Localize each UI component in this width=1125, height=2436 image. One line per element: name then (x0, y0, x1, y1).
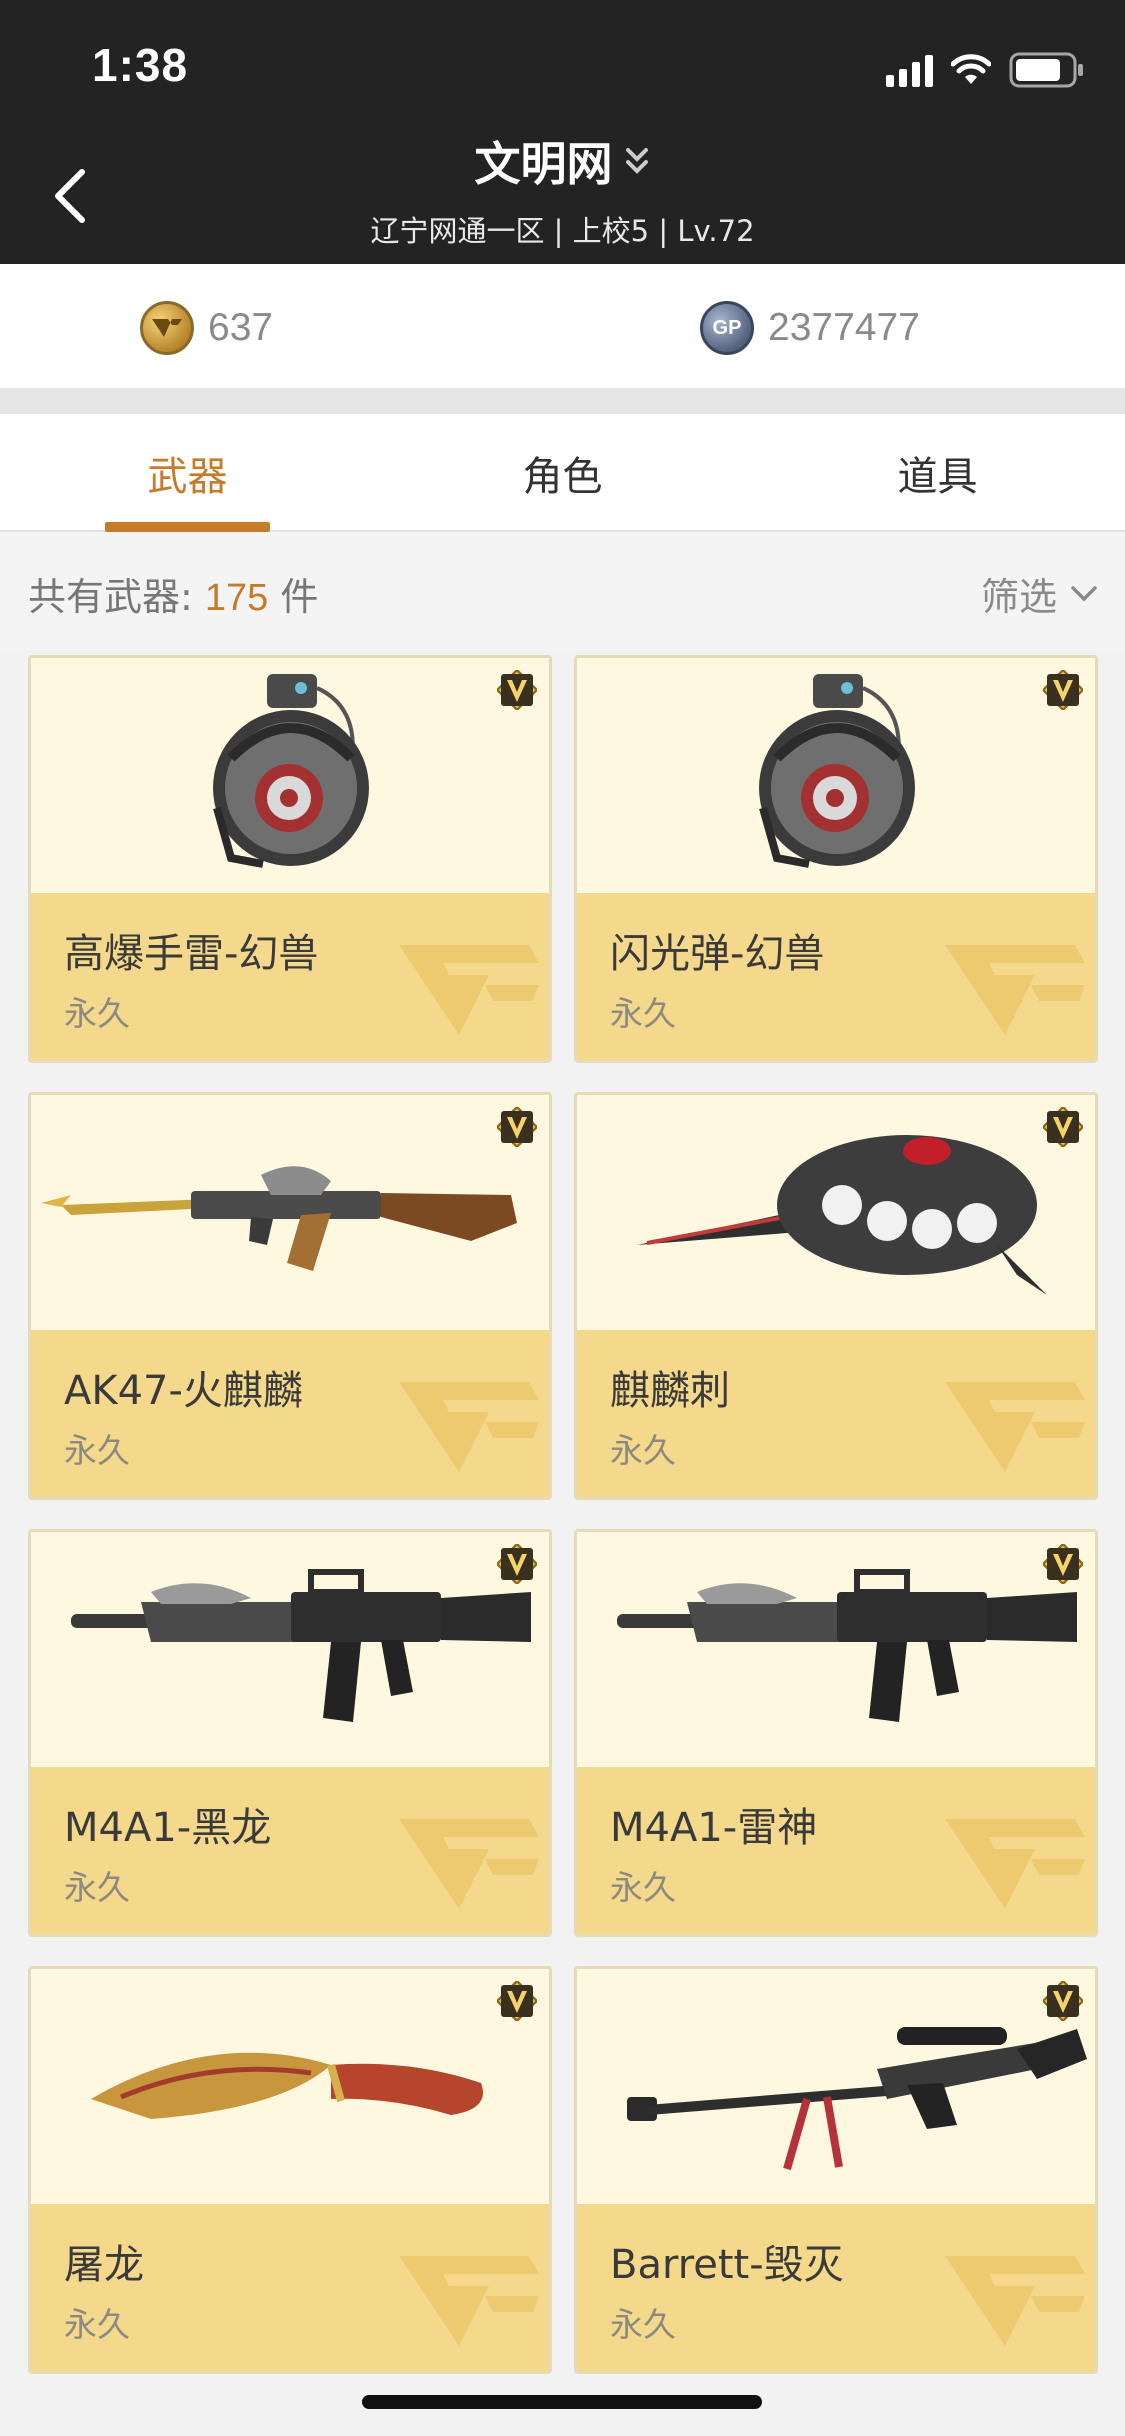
weapon-card[interactable]: M4A1-黑龙永久 (28, 1529, 552, 1937)
weapon-duration: 永久 (610, 2305, 676, 2344)
vip-badge-icon (1043, 670, 1083, 710)
cf-logo-watermark (945, 2256, 1085, 2346)
weapon-name: AK47-火麒麟 (64, 1368, 303, 1414)
grenade-icon (577, 658, 1095, 893)
status-time: 1:38 (92, 39, 189, 91)
weapon-card[interactable]: AK47-火麒麟永久 (28, 1092, 552, 1500)
weapon-info: M4A1-雷神永久 (577, 1767, 1095, 1934)
status-icons (886, 50, 1085, 90)
weapon-duration: 永久 (610, 994, 676, 1033)
summary-row: 共有武器: 175 件 筛选 (0, 532, 1125, 650)
weapon-duration: 永久 (64, 2305, 130, 2344)
weapon-name: M4A1-黑龙 (64, 1805, 272, 1851)
page-title: 文明网 (474, 137, 613, 191)
cf-logo-watermark (945, 945, 1085, 1035)
weapon-name: M4A1-雷神 (610, 1805, 818, 1851)
cf-logo-watermark (399, 2256, 539, 2346)
weapon-info: M4A1-黑龙永久 (31, 1767, 549, 1934)
weapon-name: Barrett-毁灭 (610, 2242, 844, 2288)
vip-badge-icon (497, 1981, 537, 2021)
cf-logo-watermark (399, 1819, 539, 1909)
home-indicator (362, 2395, 762, 2409)
weapon-card[interactable]: 闪光弹-幻兽永久 (574, 655, 1098, 1063)
battery-icon (1009, 52, 1085, 88)
gp-icon: GP (700, 301, 754, 355)
gp-balance: GP 2377477 (700, 301, 920, 355)
knuckle-blade-icon (577, 1095, 1095, 1330)
weapon-name: 闪光弹-幻兽 (610, 931, 825, 977)
weapon-card[interactable]: M4A1-雷神永久 (574, 1529, 1098, 1937)
weapon-duration: 永久 (64, 1868, 130, 1907)
tab-weapons[interactable]: 武器 (0, 414, 375, 532)
vip-badge-icon (497, 1107, 537, 1147)
filter-label: 筛选 (980, 575, 1057, 619)
weapon-info: 屠龙 永久 (31, 2204, 549, 2371)
vip-badge-icon (497, 1544, 537, 1584)
weapon-card[interactable]: 屠龙 永久 (28, 1966, 552, 2374)
count-prefix: 共有武器: (28, 575, 193, 619)
vip-badge-icon (497, 670, 537, 710)
weapon-count: 共有武器: 175 件 (28, 566, 318, 621)
wifi-icon (951, 54, 991, 86)
kukri-knife-icon (31, 1969, 549, 2204)
cf-logo-watermark (945, 1819, 1085, 1909)
status-bar: 1:38 (0, 0, 1125, 132)
rifle-m4-icon (577, 1532, 1095, 1767)
weapon-info: AK47-火麒麟永久 (31, 1330, 549, 1497)
weapon-card[interactable]: Barrett-毁灭永久 (574, 1966, 1098, 2374)
vip-badge-icon (1043, 1544, 1083, 1584)
cellular-signal-icon (886, 53, 933, 87)
weapon-name: 屠龙 (64, 2242, 144, 2288)
chevron-down-icon (1071, 585, 1097, 601)
rifle-ak-icon (31, 1095, 549, 1330)
category-tabs: 武器 角色 道具 (0, 414, 1125, 532)
section-divider (0, 388, 1125, 414)
vip-badge-icon (1043, 1107, 1083, 1147)
currency-bar: 637 GP 2377477 (0, 264, 1125, 388)
cf-logo-watermark (399, 1382, 539, 1472)
rifle-m4-icon (31, 1532, 549, 1767)
weapon-duration: 永久 (64, 994, 130, 1033)
double-chevron-down-icon (625, 148, 648, 174)
weapon-info: 高爆手雷-幻兽永久 (31, 893, 549, 1060)
weapon-info: 麒麟刺 永久 (577, 1330, 1095, 1497)
weapon-name: 高爆手雷-幻兽 (64, 931, 319, 977)
weapon-duration: 永久 (610, 1868, 676, 1907)
weapon-duration: 永久 (610, 1431, 676, 1470)
account-switcher[interactable]: 文明网 (0, 128, 1125, 194)
tab-characters[interactable]: 角色 (375, 414, 750, 532)
cf-logo-watermark (399, 945, 539, 1035)
weapon-card[interactable]: 高爆手雷-幻兽永久 (28, 655, 552, 1063)
coin-value: 637 (208, 306, 274, 349)
cf-logo-watermark (945, 1382, 1085, 1472)
active-tab-indicator (105, 522, 270, 532)
weapon-info: 闪光弹-幻兽永久 (577, 893, 1095, 1060)
weapon-info: Barrett-毁灭永久 (577, 2204, 1095, 2371)
count-suffix: 件 (280, 575, 319, 619)
weapon-card[interactable]: 麒麟刺 永久 (574, 1092, 1098, 1500)
tab-items[interactable]: 道具 (750, 414, 1125, 532)
gp-value: 2377477 (768, 306, 920, 349)
weapon-name: 麒麟刺 (610, 1368, 730, 1414)
vip-badge-icon (1043, 1981, 1083, 2021)
gp-icon-label: GP (712, 316, 742, 339)
coin-balance: 637 (140, 301, 274, 355)
count-number: 175 (204, 577, 269, 619)
filter-button[interactable]: 筛选 (981, 566, 1099, 621)
app-header: 1:38 文明网 辽宁网通一区 | 上校5 | Lv.72 (0, 0, 1125, 264)
account-info: 辽宁网通一区 | 上校5 | Lv.72 (370, 214, 755, 248)
weapon-duration: 永久 (64, 1431, 130, 1470)
cf-coin-icon (140, 301, 194, 355)
sniper-rifle-icon (577, 1969, 1095, 2204)
grenade-icon (31, 658, 549, 893)
